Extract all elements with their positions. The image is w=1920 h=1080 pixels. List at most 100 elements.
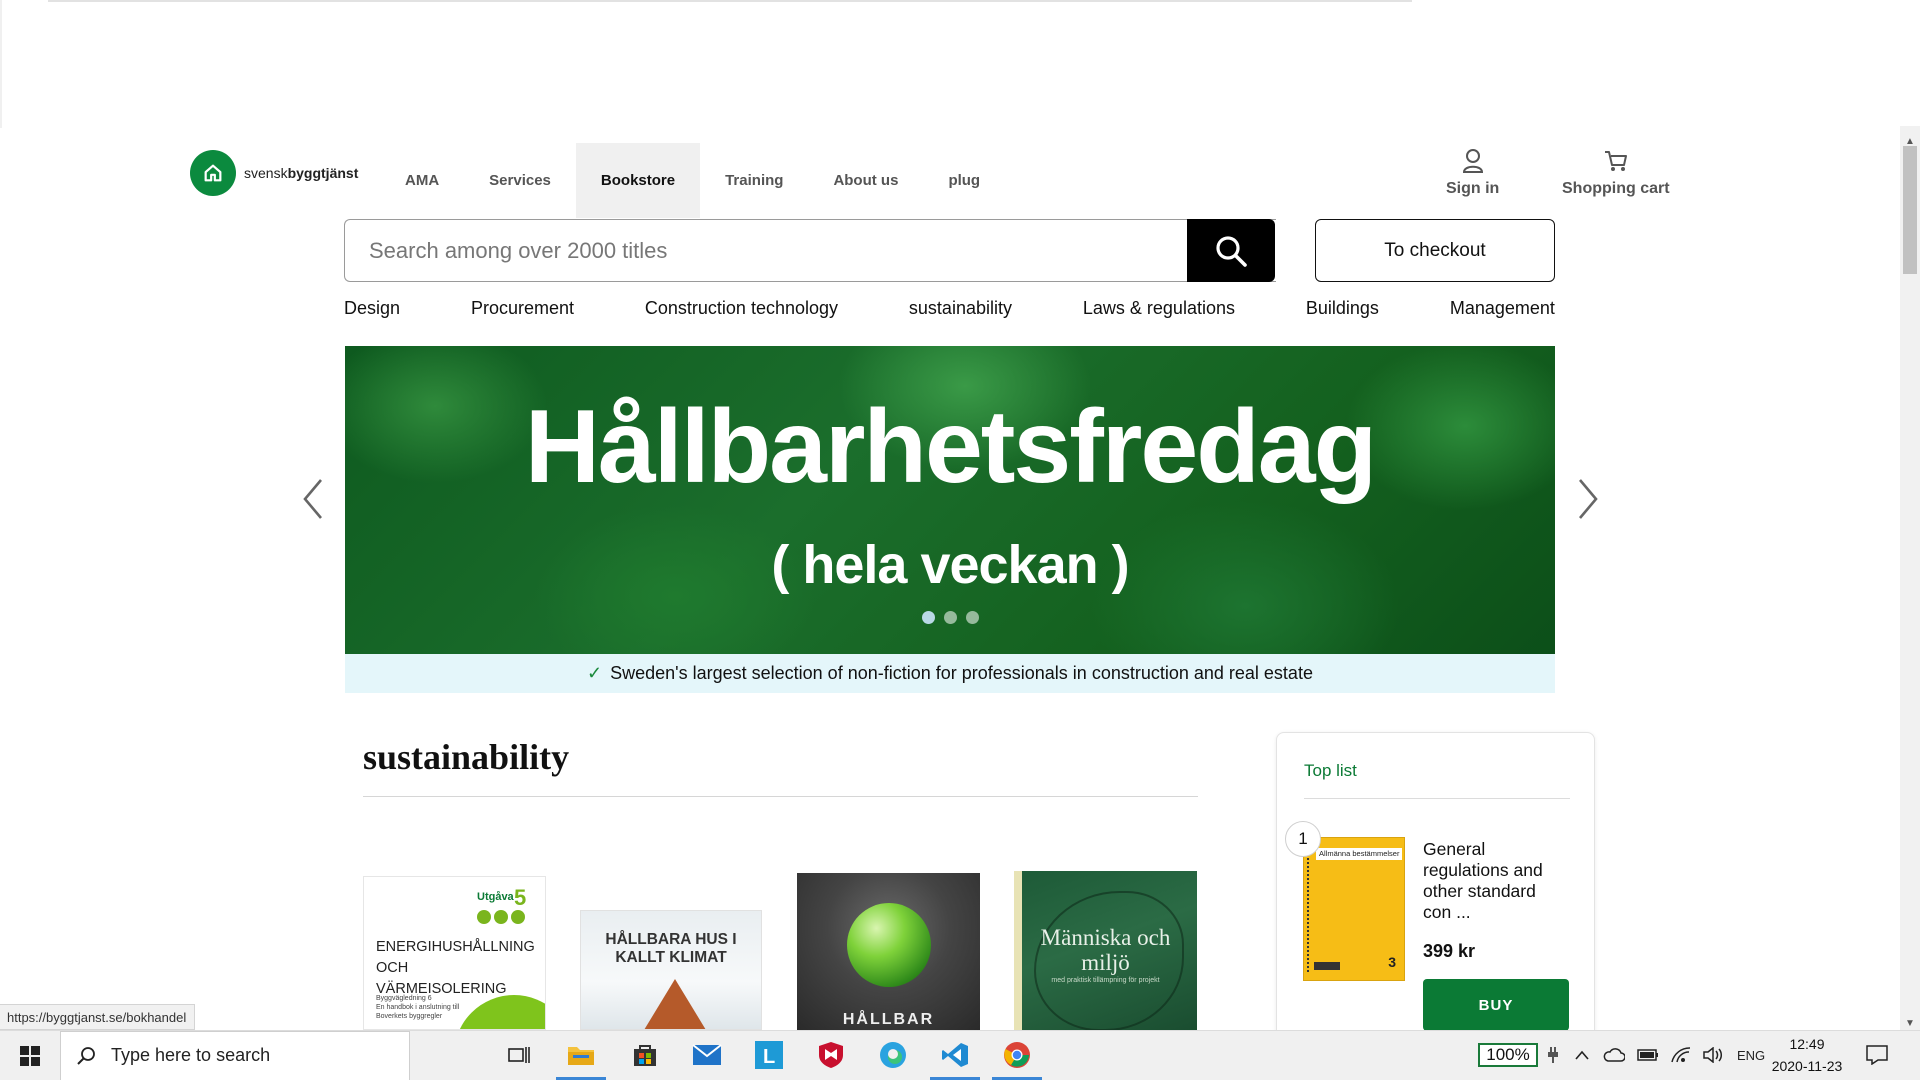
nav-training[interactable]: Training — [700, 143, 808, 218]
store-icon — [634, 1045, 656, 1066]
book-cover-subtitle: Byggvägledning 6 En handbok i anslutning… — [376, 995, 460, 1020]
browser-viewport: svenskbyggtjänst AMA Services Bookstore … — [0, 0, 1920, 1080]
task-view-button[interactable] — [494, 1030, 544, 1080]
top-list-book-price: 399 kr — [1423, 941, 1476, 961]
globe-image — [847, 903, 931, 987]
notification-icon — [1866, 1045, 1888, 1065]
scroll-down-icon[interactable]: ▼ — [1904, 1018, 1916, 1030]
buy-button[interactable]: BUY — [1423, 979, 1569, 1031]
logo-wordmark: svenskbyggtjänst — [244, 165, 358, 181]
taskbar-mail[interactable] — [682, 1030, 732, 1080]
book-cover-title: HÅLLBAR — [842, 1011, 935, 1028]
book-card-hallbar[interactable]: HÅLLBAR — [797, 873, 980, 1030]
scrollbar-thumb[interactable] — [1903, 146, 1917, 274]
user-icon — [1462, 149, 1483, 173]
wifi-icon[interactable] — [1671, 1047, 1691, 1063]
edition-number: 5 — [514, 885, 527, 910]
taskbar-chrome[interactable] — [992, 1030, 1042, 1080]
shopping-cart-label: Shopping cart — [1562, 180, 1670, 197]
book-cover-title: Människa och miljö — [1040, 925, 1171, 975]
zoom-level-badge[interactable]: 100% — [1478, 1043, 1538, 1067]
house-logo-icon — [190, 150, 236, 196]
taskbar-search[interactable]: Type here to search — [60, 1030, 410, 1080]
status-url: https://byggtjanst.se/bokhandel — [0, 1004, 196, 1030]
nav-about-us[interactable]: About us — [808, 143, 923, 218]
taskbar-search-placeholder: Type here to search — [111, 1045, 271, 1065]
svg-text:L: L — [763, 1046, 775, 1068]
logo-prefix: svensk — [244, 165, 288, 181]
checkmark-icon: ✓ — [587, 663, 603, 683]
battery-icon[interactable] — [1637, 1049, 1659, 1061]
taskbar-file-explorer[interactable] — [556, 1030, 606, 1080]
cart-icon — [1604, 151, 1627, 171]
cover-label: Allmänna bestämmelser — [1316, 848, 1402, 860]
category-nav: Design Procurement Construction technolo… — [344, 298, 1555, 319]
search-icon — [77, 1046, 95, 1065]
mail-icon — [692, 1044, 722, 1065]
nav-ama[interactable]: AMA — [380, 143, 464, 218]
chevron-up-icon[interactable] — [1575, 1050, 1589, 1060]
clock-time: 12:49 — [1789, 1036, 1825, 1052]
book-card-energihushallning[interactable]: Utgåva 5 ENERGIHUSHÅLLNING OCH VÄRMEISOL… — [363, 876, 546, 1030]
notification-center[interactable] — [1866, 1030, 1888, 1080]
taskbar-clock[interactable]: 12:49 2020-11-23 — [1762, 1033, 1852, 1077]
category-laws-regulations[interactable]: Laws & regulations — [1083, 298, 1235, 319]
hero-title: Hållbarhetsfredag — [524, 389, 1377, 505]
sign-in-label: Sign in — [1446, 180, 1500, 197]
taskbar-edge[interactable] — [868, 1030, 918, 1080]
to-checkout-button[interactable]: To checkout — [1315, 219, 1555, 282]
l-app-icon: L — [755, 1041, 783, 1069]
publisher-logo — [1314, 962, 1340, 970]
sign-in-button[interactable]: Sign in — [1446, 148, 1499, 198]
carousel-dot-1[interactable] — [921, 611, 935, 624]
book-card-manniska-och-miljo[interactable]: Människa och miljö med praktisk tillämpn… — [1014, 871, 1197, 1030]
clock-date: 2020-11-23 — [1771, 1058, 1843, 1074]
nav-bookstore[interactable]: Bookstore — [575, 143, 701, 218]
taskbar-lync[interactable]: L — [744, 1030, 794, 1080]
volume-icon[interactable] — [1703, 1047, 1723, 1063]
cover-number: 3 — [1388, 954, 1396, 970]
carousel-next-icon[interactable] — [1572, 474, 1602, 524]
site-logo[interactable]: svenskbyggtjänst — [190, 150, 358, 196]
nav-plug[interactable]: plug — [923, 143, 1005, 218]
edition-dots — [477, 910, 525, 924]
carousel-dot-3[interactable] — [965, 611, 979, 624]
category-procurement[interactable]: Procurement — [471, 298, 574, 319]
top-list-book-title[interactable]: General regulations and other standard c… — [1423, 839, 1558, 923]
language-indicator[interactable]: ENG — [1737, 1048, 1765, 1063]
cloud-icon[interactable] — [1603, 1048, 1625, 1062]
taskbar-store[interactable] — [620, 1030, 670, 1080]
top-list-book-cover[interactable]: Allmänna bestämmelser 3 — [1303, 837, 1405, 981]
vscode-icon — [942, 1043, 968, 1067]
task-view-icon — [508, 1047, 530, 1063]
cover-graphic — [454, 995, 545, 1029]
cover-graphic — [641, 979, 709, 1029]
carousel-dot-2[interactable] — [943, 611, 957, 624]
category-buildings[interactable]: Buildings — [1306, 298, 1379, 319]
plug-icon[interactable] — [1545, 1046, 1561, 1064]
folder-icon — [568, 1047, 594, 1065]
edition-badge: Utgåva — [477, 891, 514, 903]
shopping-cart-button[interactable]: Shopping cart — [1562, 148, 1670, 198]
section-title: sustainability — [363, 737, 570, 777]
section-divider — [363, 796, 1198, 797]
start-button[interactable] — [0, 1031, 60, 1080]
hero-banner[interactable]: Hållbarhetsfredag ( hela veckan ) — [345, 346, 1555, 654]
taskbar-mcafee[interactable] — [806, 1030, 856, 1080]
category-sustainability[interactable]: sustainability — [909, 298, 1012, 319]
nav-services[interactable]: Services — [464, 143, 576, 218]
edge-icon — [880, 1042, 906, 1068]
search-icon — [1216, 235, 1247, 267]
book-card-hallbara-hus[interactable]: HÅLLBARA HUS I KALLT KLIMAT — [580, 910, 762, 1030]
windows-logo-icon — [20, 1045, 40, 1066]
hero-subtitle: ( hela veckan ) — [771, 535, 1129, 595]
category-management[interactable]: Management — [1450, 298, 1555, 319]
category-design[interactable]: Design — [344, 298, 400, 319]
top-list-card: Top list 1 Allmänna bestämmelser 3 Gener… — [1276, 732, 1595, 1052]
search-button[interactable] — [1187, 219, 1275, 282]
carousel-prev-icon[interactable] — [299, 474, 329, 524]
category-construction-technology[interactable]: Construction technology — [645, 298, 838, 319]
search-input[interactable]: Search among over 2000 titles — [344, 219, 1276, 282]
taskbar-vscode[interactable] — [930, 1030, 980, 1080]
usp-text: Sweden's largest selection of non-fictio… — [610, 663, 1313, 683]
